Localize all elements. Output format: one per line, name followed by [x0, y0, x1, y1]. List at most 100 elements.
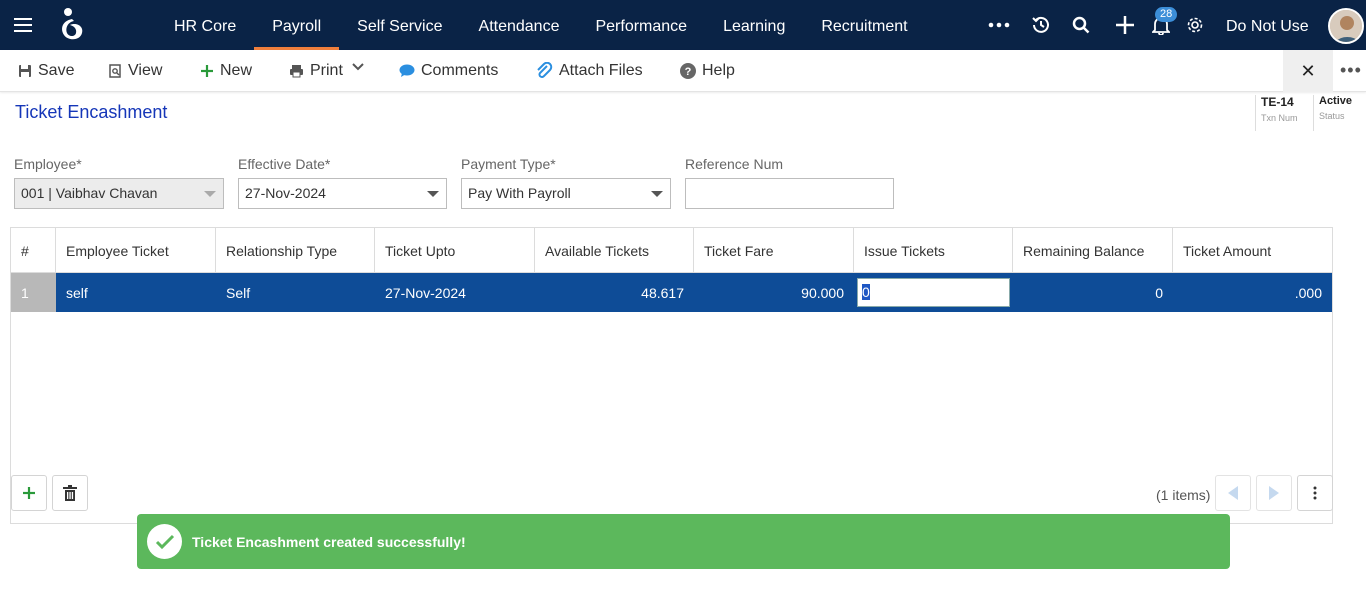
- nav-learning[interactable]: Learning: [705, 0, 803, 50]
- row-number: 1: [11, 273, 56, 312]
- col-header-relationship-type[interactable]: Relationship Type: [216, 228, 375, 273]
- prev-page-button[interactable]: [1215, 475, 1251, 511]
- cell-relationship-type[interactable]: Self: [216, 273, 375, 312]
- nav-hr-core[interactable]: HR Core: [156, 0, 254, 50]
- print-dropdown-chevron-icon[interactable]: [352, 46, 370, 88]
- cell-available-tickets[interactable]: 48.617: [535, 273, 694, 312]
- col-header-employee-ticket[interactable]: Employee Ticket: [56, 228, 216, 273]
- chevron-down-icon: [651, 191, 663, 197]
- add-icon[interactable]: [1114, 0, 1136, 50]
- plus-icon: [23, 487, 35, 499]
- toolbar: Save View New Print Comments Attach File…: [0, 50, 1366, 92]
- attach-files-button[interactable]: Attach Files: [535, 50, 643, 92]
- cell-ticket-amount[interactable]: .000: [1173, 273, 1332, 312]
- table-row[interactable]: 1 self Self 27-Nov-2024 48.617 90.000 0 …: [11, 273, 1332, 312]
- grid-options-button[interactable]: [1297, 475, 1333, 511]
- cell-employee-ticket[interactable]: self: [56, 273, 216, 312]
- nav-performance[interactable]: Performance: [577, 0, 705, 50]
- txn-num-label: Txn Num: [1261, 113, 1298, 123]
- plus-icon: [201, 65, 213, 77]
- employee-label: Employee*: [14, 156, 82, 172]
- toast-message: Ticket Encashment created successfully!: [192, 534, 466, 550]
- items-count: (1 items): [1156, 487, 1211, 503]
- save-button[interactable]: Save: [18, 50, 74, 92]
- reference-num-input[interactable]: [685, 178, 894, 209]
- cell-issue-tickets[interactable]: 0: [854, 273, 1013, 312]
- effective-date-value: 27-Nov-2024: [245, 185, 326, 201]
- avatar[interactable]: [1328, 8, 1364, 44]
- cell-ticket-fare[interactable]: 90.000: [694, 273, 854, 312]
- effective-date-select[interactable]: 27-Nov-2024: [238, 178, 447, 209]
- reference-num-field: Reference Num: [685, 156, 894, 209]
- grid-header: # Employee Ticket Relationship Type Tick…: [11, 228, 1332, 273]
- more-options-icon[interactable]: [986, 0, 1012, 50]
- print-button[interactable]: Print: [289, 50, 343, 92]
- success-toast[interactable]: Ticket Encashment created successfully!: [137, 514, 1230, 569]
- nav-attendance[interactable]: Attendance: [461, 0, 578, 50]
- more-horizontal-icon[interactable]: •••: [1340, 50, 1362, 92]
- effective-date-label: Effective Date*: [238, 156, 331, 172]
- page-title: Ticket Encashment: [15, 102, 168, 122]
- col-header-ticket-upto[interactable]: Ticket Upto: [375, 228, 535, 273]
- payment-type-label: Payment Type*: [461, 156, 556, 172]
- txn-num-value: TE-14: [1261, 95, 1294, 109]
- issue-tickets-value: 0: [862, 284, 870, 300]
- delete-row-button[interactable]: [52, 475, 88, 511]
- payment-type-field: Payment Type* Pay With Payroll: [461, 156, 671, 209]
- col-header-remaining-balance[interactable]: Remaining Balance: [1013, 228, 1173, 273]
- employee-value: 001 | Vaibhav Chavan: [21, 185, 158, 201]
- svg-text:?: ?: [685, 66, 692, 78]
- effective-date-field: Effective Date* 27-Nov-2024: [238, 156, 447, 209]
- issue-tickets-input[interactable]: 0: [857, 278, 1010, 307]
- close-button[interactable]: ✕: [1283, 50, 1333, 92]
- view-icon: [109, 64, 121, 78]
- chevron-left-icon: [1228, 486, 1238, 500]
- more-vertical-icon: [1313, 486, 1317, 500]
- reference-num-label: Reference Num: [685, 156, 784, 172]
- notification-badge: 28: [1155, 7, 1178, 22]
- chevron-down-icon: [204, 191, 216, 197]
- next-page-button[interactable]: [1256, 475, 1292, 511]
- view-button[interactable]: View: [109, 50, 162, 92]
- top-nav: HR Core Payroll Self Service Attendance …: [0, 0, 1366, 50]
- cell-ticket-upto[interactable]: 27-Nov-2024: [375, 273, 535, 312]
- gear-icon[interactable]: [1184, 0, 1206, 50]
- col-header-available-tickets[interactable]: Available Tickets: [535, 228, 694, 273]
- print-label: Print: [310, 62, 343, 79]
- app-logo[interactable]: [58, 7, 86, 43]
- col-header-ticket-fare[interactable]: Ticket Fare: [694, 228, 854, 273]
- comments-button[interactable]: Comments: [399, 50, 498, 92]
- nav-recruitment[interactable]: Recruitment: [803, 0, 925, 50]
- attach-files-label: Attach Files: [559, 62, 643, 79]
- check-circle-icon: [147, 524, 182, 559]
- search-icon[interactable]: [1070, 0, 1092, 50]
- new-label: New: [220, 62, 253, 79]
- add-row-button[interactable]: [11, 475, 47, 511]
- hamburger-menu-icon[interactable]: [14, 18, 32, 32]
- help-label: Help: [702, 62, 735, 79]
- paperclip-icon: [537, 62, 553, 78]
- employee-field: Employee* 001 | Vaibhav Chavan: [14, 156, 224, 209]
- status-badge: Active: [1319, 95, 1353, 107]
- col-header-number[interactable]: #: [11, 228, 56, 273]
- history-icon[interactable]: [1030, 0, 1052, 50]
- new-button[interactable]: New: [200, 50, 252, 92]
- payment-type-value: Pay With Payroll: [468, 185, 571, 201]
- chevron-down-icon: [427, 191, 439, 197]
- help-button[interactable]: ? Help: [680, 50, 735, 92]
- grid-footer: (1 items): [11, 475, 1333, 515]
- payment-type-select[interactable]: Pay With Payroll: [461, 178, 671, 209]
- tickets-grid: # Employee Ticket Relationship Type Tick…: [10, 227, 1333, 524]
- trash-icon: [63, 485, 77, 501]
- print-icon: [290, 65, 303, 78]
- comment-icon: [399, 64, 415, 77]
- nav-self-service[interactable]: Self Service: [339, 0, 460, 50]
- save-label: Save: [38, 62, 75, 79]
- nav-payroll[interactable]: Payroll: [254, 0, 340, 50]
- employee-select[interactable]: 001 | Vaibhav Chavan: [14, 178, 224, 209]
- txn-num-box: TE-14 Txn Num: [1255, 95, 1298, 131]
- cell-remaining-balance[interactable]: 0: [1013, 273, 1173, 312]
- col-header-issue-tickets[interactable]: Issue Tickets: [854, 228, 1013, 273]
- col-header-ticket-amount[interactable]: Ticket Amount: [1173, 228, 1332, 273]
- user-name[interactable]: Do Not Use: [1226, 0, 1309, 50]
